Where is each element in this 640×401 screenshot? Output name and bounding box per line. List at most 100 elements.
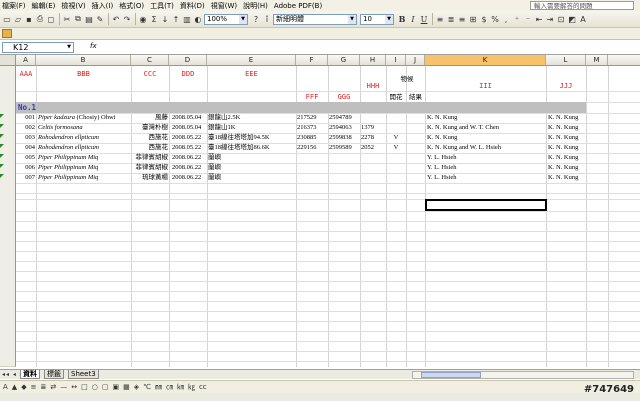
- menu-file[interactable]: 檔案(F): [2, 1, 26, 11]
- horizontal-scrollbar[interactable]: [412, 371, 634, 379]
- cell-c[interactable]: 琉球黃楊: [131, 173, 168, 183]
- cell-c[interactable]: 風藤: [131, 113, 168, 123]
- cell-e[interactable]: 銀龍山2.5K: [208, 113, 296, 123]
- cell-d[interactable]: 2008.05.04: [172, 113, 207, 123]
- cell-b[interactable]: Piper Philippinum Miq: [38, 153, 131, 163]
- cell-c[interactable]: 菲律賓胡椒: [131, 163, 169, 173]
- column-header-j[interactable]: J: [406, 55, 425, 66]
- menu-edit[interactable]: 編輯(E): [32, 1, 56, 11]
- increase-indent-icon[interactable]: ⇥: [545, 14, 555, 25]
- draw-tool-icon[interactable]: □: [81, 383, 88, 391]
- draw-tool-icon[interactable]: ≣: [40, 383, 46, 391]
- borders-icon[interactable]: ⊡: [556, 14, 566, 25]
- increase-decimal-icon[interactable]: ⁺: [512, 14, 522, 25]
- column-header-h[interactable]: H: [360, 55, 386, 66]
- menu-adobe-pdf[interactable]: Adobe PDF(B): [274, 2, 322, 10]
- column-header-b[interactable]: B: [36, 55, 131, 66]
- pdf-convert-icon[interactable]: [2, 29, 12, 38]
- cell-a[interactable]: 001: [16, 113, 36, 123]
- decrease-decimal-icon[interactable]: ⁻: [523, 14, 533, 25]
- print-icon[interactable]: ⎙: [35, 14, 45, 25]
- select-all-corner[interactable]: [0, 55, 16, 66]
- cell-c[interactable]: 菲律賓胡椒: [131, 153, 169, 163]
- cell-b[interactable]: Piper kadzura (Chosiy) Ohwi: [38, 113, 131, 123]
- column-header-e[interactable]: E: [207, 55, 296, 66]
- sheet-tab-label[interactable]: 標籤: [44, 370, 64, 379]
- column-header-m[interactable]: M: [586, 55, 608, 66]
- cell-a[interactable]: 002: [16, 123, 36, 133]
- bold-button[interactable]: B: [397, 14, 407, 25]
- save-icon[interactable]: ▪: [24, 14, 34, 25]
- cell-i[interactable]: V: [386, 143, 406, 153]
- sort-desc-icon[interactable]: ↑: [171, 14, 181, 25]
- cell-h[interactable]: 2052: [361, 143, 386, 153]
- cell-l[interactable]: K. N. Kung: [548, 153, 586, 163]
- cell-c[interactable]: 西施花: [131, 133, 169, 143]
- cell-k[interactable]: K. N. Kung: [427, 113, 546, 123]
- fill-color-icon[interactable]: ◩: [567, 14, 577, 25]
- draw-tool-icon[interactable]: ℃: [143, 383, 151, 391]
- chevron-down-icon[interactable]: ▼: [239, 14, 247, 24]
- column-header-k[interactable]: K: [425, 55, 546, 66]
- draw-tool-icon[interactable]: ▢: [102, 383, 109, 391]
- cell-e[interactable]: 臺18線往塔塔加94.5K: [208, 133, 296, 143]
- menu-window[interactable]: 視窗(W): [211, 1, 237, 11]
- cell-b[interactable]: Piper Philippinum Miq: [38, 163, 131, 173]
- font-color-icon[interactable]: A: [578, 14, 588, 25]
- percent-button[interactable]: %: [490, 14, 500, 25]
- column-header-l[interactable]: L: [546, 55, 586, 66]
- chevron-down-icon[interactable]: ▼: [65, 43, 73, 52]
- cell-g[interactable]: 2599838: [329, 133, 360, 143]
- column-header-a[interactable]: A: [16, 55, 36, 66]
- cell-c[interactable]: 臺灣朴樹: [131, 123, 168, 133]
- draw-tool-icon[interactable]: ㎝: [166, 382, 173, 392]
- selected-cell[interactable]: [425, 199, 547, 211]
- menu-view[interactable]: 檢視(V): [61, 1, 85, 11]
- cell-e[interactable]: 臺18線往塔塔加86.6K: [208, 143, 296, 153]
- copy-icon[interactable]: ⧉: [73, 14, 83, 25]
- cell-d[interactable]: 2008.05.22: [172, 133, 207, 143]
- cell-a[interactable]: 007: [16, 173, 36, 183]
- column-header-i[interactable]: I: [386, 55, 406, 66]
- draw-tool-icon[interactable]: ㎞: [177, 382, 184, 392]
- cell-k[interactable]: K. N. Kung and W. L. Hsieh: [427, 143, 546, 153]
- cell-k[interactable]: Y. L. Hsieh: [427, 163, 546, 173]
- draw-tool-icon[interactable]: ≡: [31, 383, 37, 391]
- menu-data[interactable]: 資料(D): [180, 1, 205, 11]
- cell-l[interactable]: K. N. Kung: [548, 163, 586, 173]
- cell-f[interactable]: 230885: [297, 133, 328, 143]
- redo-icon[interactable]: ↷: [122, 14, 132, 25]
- fx-icon[interactable]: fx: [90, 42, 97, 50]
- comma-icon[interactable]: ,: [501, 14, 511, 25]
- merge-center-icon[interactable]: ⊞: [468, 14, 478, 25]
- cell-b[interactable]: Celtis formosana: [38, 123, 131, 133]
- draw-tool-icon[interactable]: cc: [199, 383, 207, 391]
- align-right-icon[interactable]: ≡: [457, 14, 467, 25]
- cell-d[interactable]: 2008.06.22: [172, 153, 207, 163]
- help-question-input[interactable]: 輸入需要解答的問題: [530, 1, 634, 10]
- draw-tool-icon[interactable]: ㎏: [188, 382, 195, 392]
- cell-e[interactable]: 蘭嶼: [208, 153, 296, 163]
- column-header-d[interactable]: D: [169, 55, 207, 66]
- zoom-select[interactable]: 100% ▼: [204, 13, 248, 25]
- draw-tool-icon[interactable]: ○: [92, 383, 98, 391]
- cell-g[interactable]: 2594789: [329, 113, 360, 123]
- hyperlink-icon[interactable]: ◉: [138, 14, 148, 25]
- undo-icon[interactable]: ↶: [111, 14, 121, 25]
- draw-tool-icon[interactable]: ▦: [123, 383, 130, 391]
- cell-d[interactable]: 2008.06.22: [172, 173, 207, 183]
- chevron-down-icon[interactable]: ▼: [348, 14, 356, 24]
- sheet-tab-data[interactable]: 資料: [20, 370, 40, 379]
- draw-tool-icon[interactable]: ▣: [112, 383, 119, 391]
- cell-g[interactable]: 2594063: [329, 123, 360, 133]
- draw-tool-icon[interactable]: ◈: [134, 383, 139, 391]
- row-headers[interactable]: [0, 66, 16, 367]
- font-style-icon[interactable]: ǐ: [262, 14, 272, 25]
- cell-b[interactable]: Rohodendron ellpticum: [38, 133, 131, 143]
- draw-tool-icon[interactable]: ㎜: [155, 382, 162, 392]
- cell-k[interactable]: Y. L. Hsieh: [427, 153, 546, 163]
- cell-e[interactable]: 銀龍山1K: [208, 123, 296, 133]
- cell-l[interactable]: K. N. Kung: [548, 123, 586, 133]
- align-center-icon[interactable]: ≣: [446, 14, 456, 25]
- font-size-select[interactable]: 10 ▼: [360, 13, 394, 25]
